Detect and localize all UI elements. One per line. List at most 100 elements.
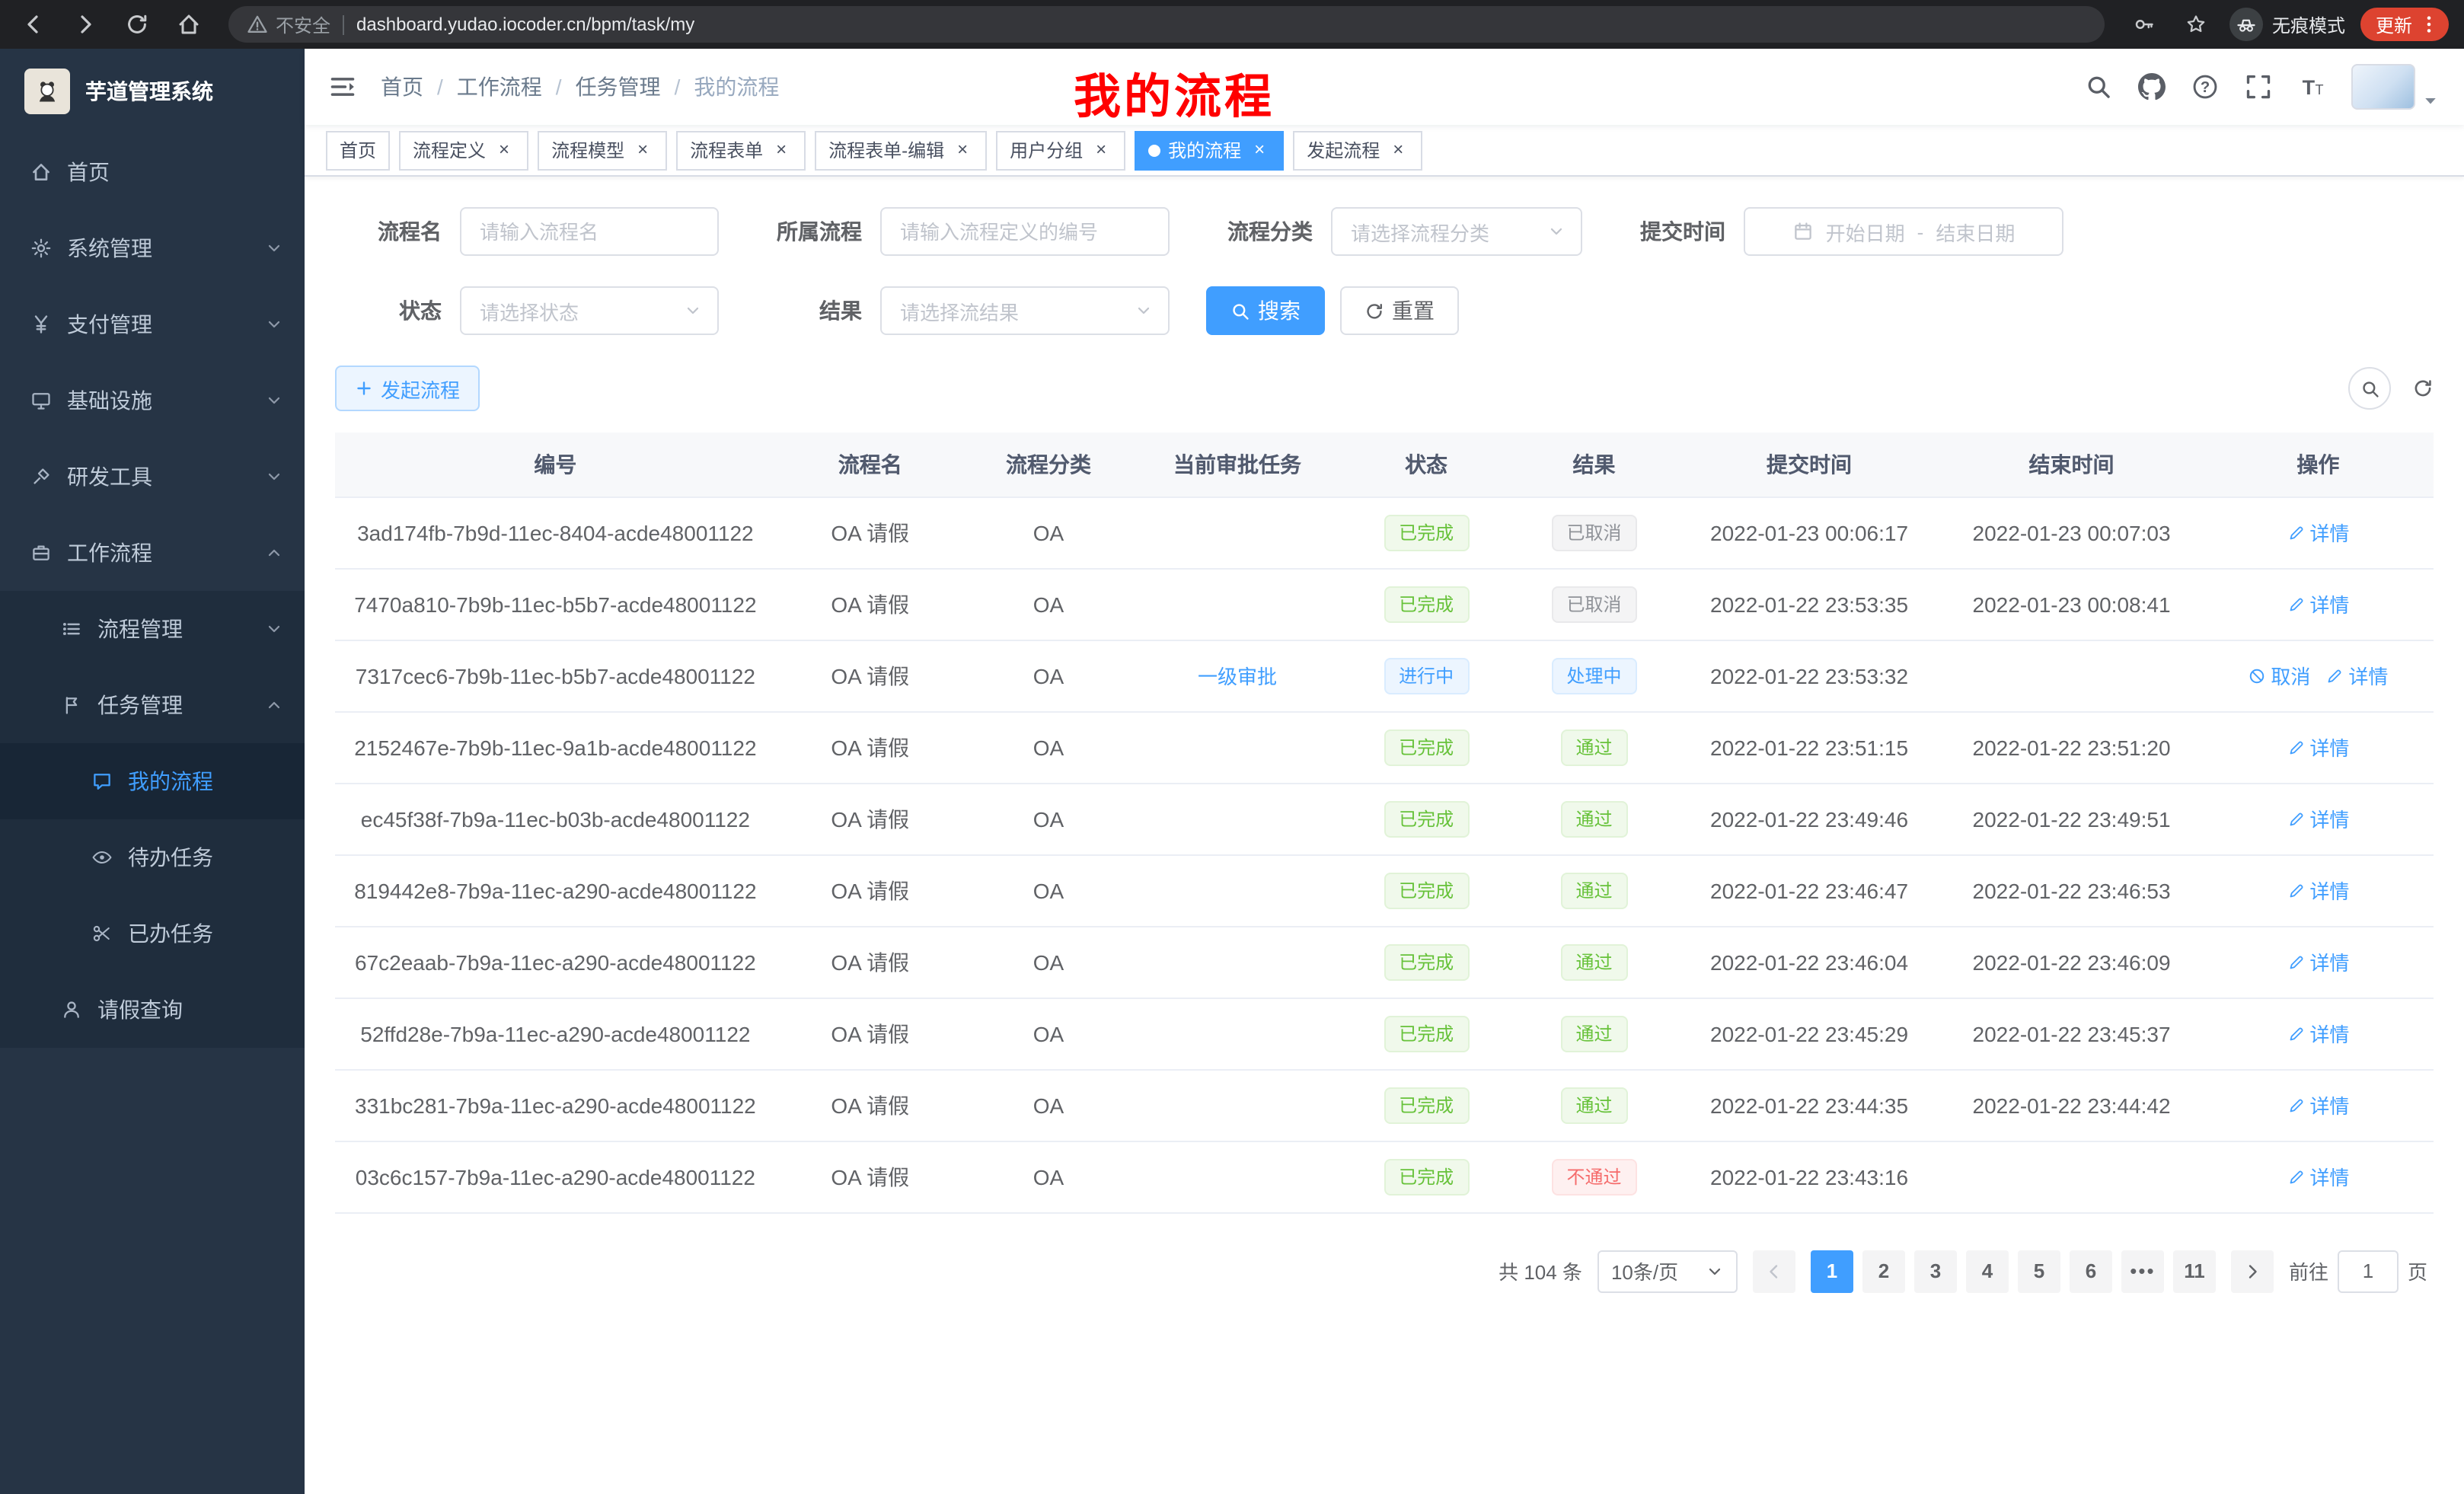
tab-close-icon[interactable]: × bbox=[632, 139, 653, 161]
help-doc-button[interactable] bbox=[2191, 73, 2219, 101]
process-name: OA 请假 bbox=[831, 806, 909, 831]
table-body: 3ad174fb-7b9d-11ec-8404-acde48001122OA 请… bbox=[335, 496, 2434, 1212]
page-button-5[interactable]: 5 bbox=[2018, 1250, 2060, 1292]
edit-icon bbox=[2325, 666, 2344, 685]
sidebar-item-task-mgmt[interactable]: 任务管理 bbox=[0, 667, 305, 743]
detail-link[interactable]: 详情 bbox=[2287, 589, 2349, 618]
column-header-label: 状态 bbox=[1405, 452, 1447, 477]
page-button-1[interactable]: 1 bbox=[1811, 1250, 1853, 1292]
tab-close-icon[interactable]: × bbox=[1387, 139, 1409, 161]
github-link[interactable] bbox=[2138, 73, 2166, 101]
page-button-4[interactable]: 4 bbox=[1966, 1250, 2009, 1292]
cell-current-task bbox=[1132, 496, 1342, 568]
sidebar-item-done-task[interactable]: 已办任务 bbox=[0, 895, 305, 972]
breadcrumb-item[interactable]: 任务管理 bbox=[576, 72, 661, 102]
sidebar-logo[interactable]: 芋道管理系统 bbox=[0, 49, 305, 134]
detail-link[interactable]: 详情 bbox=[2287, 1019, 2349, 1048]
breadcrumb-item[interactable]: 首页 bbox=[381, 72, 423, 102]
cancel-link[interactable]: 取消 bbox=[2248, 661, 2310, 690]
status-select[interactable]: 请选择状态 bbox=[460, 286, 719, 335]
prev-page-button[interactable] bbox=[1753, 1250, 1795, 1292]
detail-link[interactable]: 详情 bbox=[2287, 1162, 2349, 1191]
cell-id: 03c6c157-7b9a-11ec-a290-acde48001122 bbox=[335, 1141, 776, 1212]
process-name-input[interactable] bbox=[460, 207, 719, 256]
sidebar-item-my-process[interactable]: 我的流程 bbox=[0, 743, 305, 819]
submit-time-range-picker[interactable]: 开始日期 - 结束日期 bbox=[1744, 207, 2063, 256]
tab-close-icon[interactable]: × bbox=[1090, 139, 1112, 161]
sidebar-item-system[interactable]: 系统管理 bbox=[0, 210, 305, 286]
fullscreen-button[interactable] bbox=[2245, 73, 2272, 101]
list-icon bbox=[61, 618, 82, 640]
detail-link[interactable]: 详情 bbox=[2287, 518, 2349, 547]
sidebar-item-todo-task[interactable]: 待办任务 bbox=[0, 819, 305, 895]
detail-link[interactable]: 详情 bbox=[2287, 1090, 2349, 1119]
detail-link[interactable]: 详情 bbox=[2287, 804, 2349, 833]
browser-update-button[interactable]: 更新 bbox=[2360, 8, 2449, 41]
tab-my-process[interactable]: 我的流程× bbox=[1135, 130, 1284, 170]
page-more-button[interactable]: ••• bbox=[2121, 1250, 2164, 1292]
sidebar-item-payment[interactable]: 支付管理 bbox=[0, 286, 305, 362]
security-indicator[interactable]: 不安全 bbox=[247, 11, 330, 37]
create-process-button[interactable]: 发起流程 bbox=[335, 366, 480, 411]
sidebar-item-devtools[interactable]: 研发工具 bbox=[0, 439, 305, 515]
page-button-11[interactable]: 11 bbox=[2173, 1250, 2216, 1292]
result-select[interactable]: 请选择流结果 bbox=[880, 286, 1170, 335]
sidebar-item-process-mgmt[interactable]: 流程管理 bbox=[0, 591, 305, 667]
detail-link[interactable]: 详情 bbox=[2287, 733, 2349, 761]
category-select[interactable]: 请选择流程分类 bbox=[1331, 207, 1582, 256]
breadcrumb-item[interactable]: 工作流程 bbox=[457, 72, 542, 102]
table-toolbar: 发起流程 bbox=[335, 366, 2434, 411]
tab-process-model[interactable]: 流程模型× bbox=[538, 130, 667, 170]
edit-icon bbox=[2287, 523, 2305, 541]
tab-process-definition[interactable]: 流程定义× bbox=[399, 130, 528, 170]
cell-submit-time: 2022-01-22 23:45:29 bbox=[1678, 998, 1941, 1069]
page-button-3[interactable]: 3 bbox=[1914, 1250, 1957, 1292]
reset-button[interactable]: 重置 bbox=[1340, 286, 1459, 335]
incognito-profile-chip[interactable]: 无痕模式 bbox=[2229, 8, 2345, 41]
page-button-2[interactable]: 2 bbox=[1862, 1250, 1905, 1292]
user-avatar-dropdown[interactable] bbox=[2351, 64, 2440, 110]
browser-back-button[interactable] bbox=[15, 6, 52, 43]
tab-close-icon[interactable]: × bbox=[771, 139, 792, 161]
tab-process-form[interactable]: 流程表单× bbox=[676, 130, 806, 170]
detail-link[interactable]: 详情 bbox=[2287, 947, 2349, 976]
sidebar-item-leave-query[interactable]: 请假查询 bbox=[0, 972, 305, 1048]
tab-home[interactable]: 首页 bbox=[326, 130, 390, 170]
detail-link[interactable]: 详情 bbox=[2287, 876, 2349, 905]
sidebar-toggle-button[interactable] bbox=[329, 73, 356, 101]
sidebar-item-workflow[interactable]: 工作流程 bbox=[0, 515, 305, 591]
sidebar-item-infra[interactable]: 基础设施 bbox=[0, 362, 305, 439]
tab-close-icon[interactable]: × bbox=[493, 139, 515, 161]
cell-status: 已完成 bbox=[1342, 926, 1510, 998]
tab-start-process[interactable]: 发起流程× bbox=[1293, 130, 1422, 170]
home-icon bbox=[30, 161, 52, 183]
page-button-6[interactable]: 6 bbox=[2070, 1250, 2112, 1292]
result-tag: 处理中 bbox=[1552, 657, 1637, 694]
cell-id: 819442e8-7b9a-11ec-a290-acde48001122 bbox=[335, 854, 776, 926]
password-key-button[interactable] bbox=[2126, 6, 2162, 43]
header-search-button[interactable] bbox=[2085, 73, 2112, 101]
font-size-button[interactable] bbox=[2298, 73, 2325, 101]
detail-link[interactable]: 详情 bbox=[2325, 661, 2388, 690]
address-bar[interactable]: 不安全 dashboard.yudao.iocoder.cn/bpm/task/… bbox=[228, 6, 2105, 43]
next-page-button[interactable] bbox=[2231, 1250, 2274, 1292]
browser-forward-button[interactable] bbox=[67, 6, 104, 43]
task-link[interactable]: 一级审批 bbox=[1198, 661, 1277, 690]
page-size-select[interactable]: 10条/页 bbox=[1597, 1250, 1738, 1292]
toggle-search-button[interactable] bbox=[2348, 367, 2391, 410]
browser-home-button[interactable] bbox=[171, 6, 207, 43]
search-button[interactable]: 搜索 bbox=[1206, 286, 1325, 335]
app-root: 不安全 dashboard.yudao.iocoder.cn/bpm/task/… bbox=[0, 0, 2464, 1494]
process-def-input[interactable] bbox=[880, 207, 1170, 256]
bookmark-star-button[interactable] bbox=[2178, 6, 2214, 43]
tab-process-form-edit[interactable]: 流程表单-编辑× bbox=[815, 130, 987, 170]
browser-refresh-button[interactable] bbox=[119, 6, 155, 43]
tab-user-group[interactable]: 用户分组× bbox=[996, 130, 1125, 170]
tab-close-icon[interactable]: × bbox=[952, 139, 973, 161]
sidebar-item-home[interactable]: 首页 bbox=[0, 134, 305, 210]
goto-page-input[interactable] bbox=[2338, 1250, 2399, 1292]
tab-close-icon[interactable]: × bbox=[1249, 139, 1270, 161]
process-id: 03c6c157-7b9a-11ec-a290-acde48001122 bbox=[356, 1164, 755, 1189]
refresh-table-button[interactable] bbox=[2412, 378, 2434, 399]
yen-icon bbox=[30, 314, 52, 335]
